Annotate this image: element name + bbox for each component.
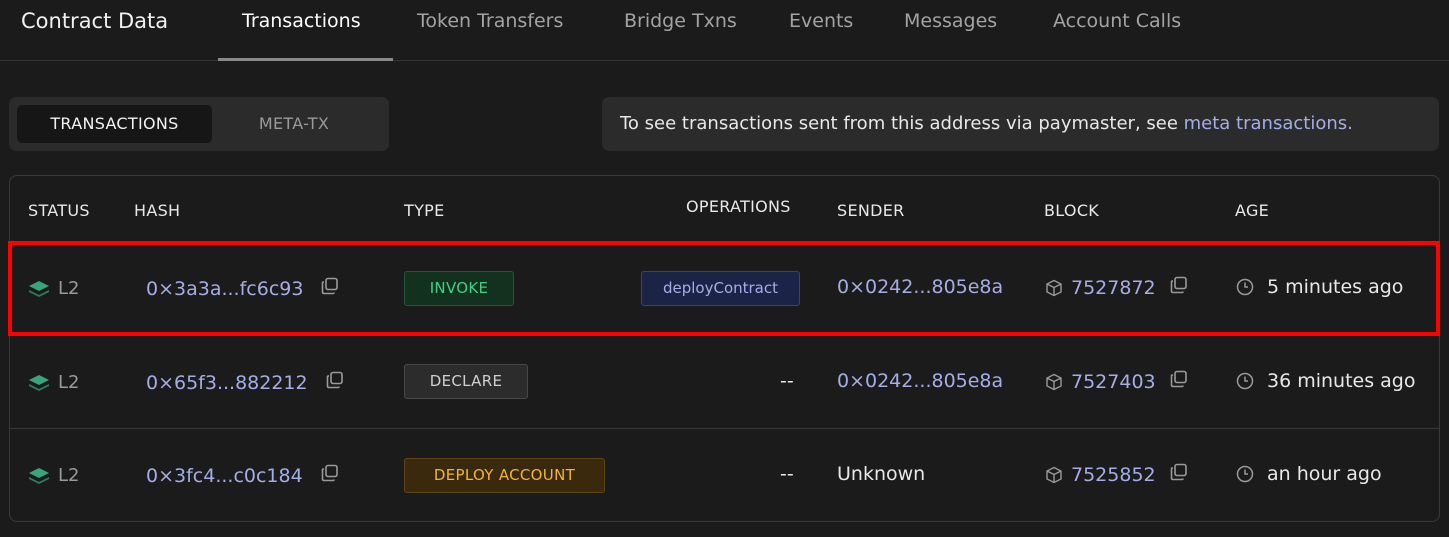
copy-icon[interactable] (326, 371, 344, 394)
status-cell: L2 (28, 242, 79, 335)
col-hash: HASH (134, 201, 181, 220)
clock-icon (1236, 465, 1254, 483)
block-number-link[interactable]: 7527403 (1071, 371, 1156, 393)
tab-transactions[interactable]: Transactions (242, 10, 361, 32)
col-type: TYPE (404, 201, 445, 220)
status-label: L2 (58, 278, 80, 299)
sender-link[interactable]: 0×0242...805e8a (837, 370, 1003, 392)
tx-type-badge: DEPLOY ACCOUNT (404, 458, 605, 493)
meta-transactions-link[interactable]: meta transactions. (1184, 113, 1353, 134)
toggle-meta-tx[interactable]: META-TX (209, 105, 379, 143)
paymaster-info-banner: To see transactions sent from this addre… (602, 97, 1439, 151)
block-number-link[interactable]: 7525852 (1071, 464, 1156, 486)
cube-icon (1046, 279, 1062, 296)
copy-icon[interactable] (1170, 276, 1188, 299)
tx-type-toggle: TRANSACTIONS META-TX (9, 97, 389, 151)
tab-account-calls[interactable]: Account Calls (1053, 10, 1181, 32)
tab-events[interactable]: Events (789, 10, 853, 32)
age-cell: 36 minutes ago (1236, 370, 1416, 392)
col-block: BLOCK (1044, 201, 1100, 220)
copy-icon[interactable] (321, 464, 339, 487)
status-cell: L2 (28, 429, 79, 522)
age-label: 36 minutes ago (1267, 370, 1416, 392)
operations-empty: -- (780, 463, 794, 485)
hash-cell: 0×3fc4...c0c184 (146, 429, 339, 522)
layers-icon (29, 280, 49, 297)
col-sender: SENDER (837, 201, 905, 220)
col-operations: OPERATIONS (686, 197, 791, 216)
sender-link[interactable]: 0×0242...805e8a (837, 276, 1003, 298)
age-cell: an hour ago (1236, 463, 1382, 485)
table-row: L2 0×65f3...882212 DECLARE -- 0×0242...8… (10, 335, 1439, 428)
tab-messages[interactable]: Messages (904, 10, 997, 32)
toggle-transactions[interactable]: TRANSACTIONS (17, 105, 212, 143)
active-tab-indicator (218, 58, 393, 61)
clock-icon (1236, 278, 1254, 296)
operation-badge[interactable]: deployContract (641, 271, 800, 306)
hash-cell: 0×65f3...882212 (146, 336, 344, 429)
col-status: STATUS (28, 201, 90, 220)
tab-bridge-txns[interactable]: Bridge Txns (624, 10, 737, 32)
clock-icon (1236, 372, 1254, 390)
cube-icon (1046, 466, 1062, 483)
sender-label: Unknown (837, 463, 926, 485)
hash-cell: 0×3a3a...fc6c93 (146, 242, 339, 335)
copy-icon[interactable] (1170, 463, 1188, 486)
tx-hash-link[interactable]: 0×65f3...882212 (146, 372, 308, 394)
layers-icon (29, 467, 49, 484)
block-cell: 7527872 (1045, 276, 1188, 299)
tx-hash-link[interactable]: 0×3a3a...fc6c93 (146, 278, 303, 300)
tx-type-badge: DECLARE (404, 364, 528, 399)
tx-hash-link[interactable]: 0×3fc4...c0c184 (146, 465, 303, 487)
transactions-table: STATUS HASH TYPE OPERATIONS SENDER BLOCK… (9, 175, 1440, 522)
block-number-link[interactable]: 7527872 (1071, 277, 1156, 299)
block-cell: 7525852 (1045, 463, 1188, 486)
layers-icon (29, 374, 49, 391)
status-label: L2 (58, 465, 80, 486)
block-cell: 7527403 (1045, 370, 1188, 393)
copy-icon[interactable] (321, 277, 339, 300)
table-row: L2 0×3fc4...c0c184 DEPLOY ACCOUNT -- Unk… (10, 428, 1439, 521)
tab-token-transfers[interactable]: Token Transfers (417, 10, 563, 32)
status-label: L2 (58, 372, 80, 393)
cube-icon (1046, 373, 1062, 390)
top-nav: Contract Data Transactions Token Transfe… (0, 0, 1449, 61)
col-age: AGE (1235, 201, 1270, 220)
tx-type-badge: INVOKE (404, 271, 514, 306)
copy-icon[interactable] (1170, 370, 1188, 393)
status-cell: L2 (28, 336, 79, 429)
table-row: L2 0×3a3a...fc6c93 INVOKE deployContract… (10, 242, 1439, 335)
info-text: To see transactions sent from this addre… (620, 113, 1184, 134)
page-title: Contract Data (21, 9, 169, 33)
operations-empty: -- (780, 370, 794, 392)
age-label: an hour ago (1267, 463, 1382, 485)
age-cell: 5 minutes ago (1236, 276, 1403, 298)
age-label: 5 minutes ago (1267, 276, 1404, 298)
